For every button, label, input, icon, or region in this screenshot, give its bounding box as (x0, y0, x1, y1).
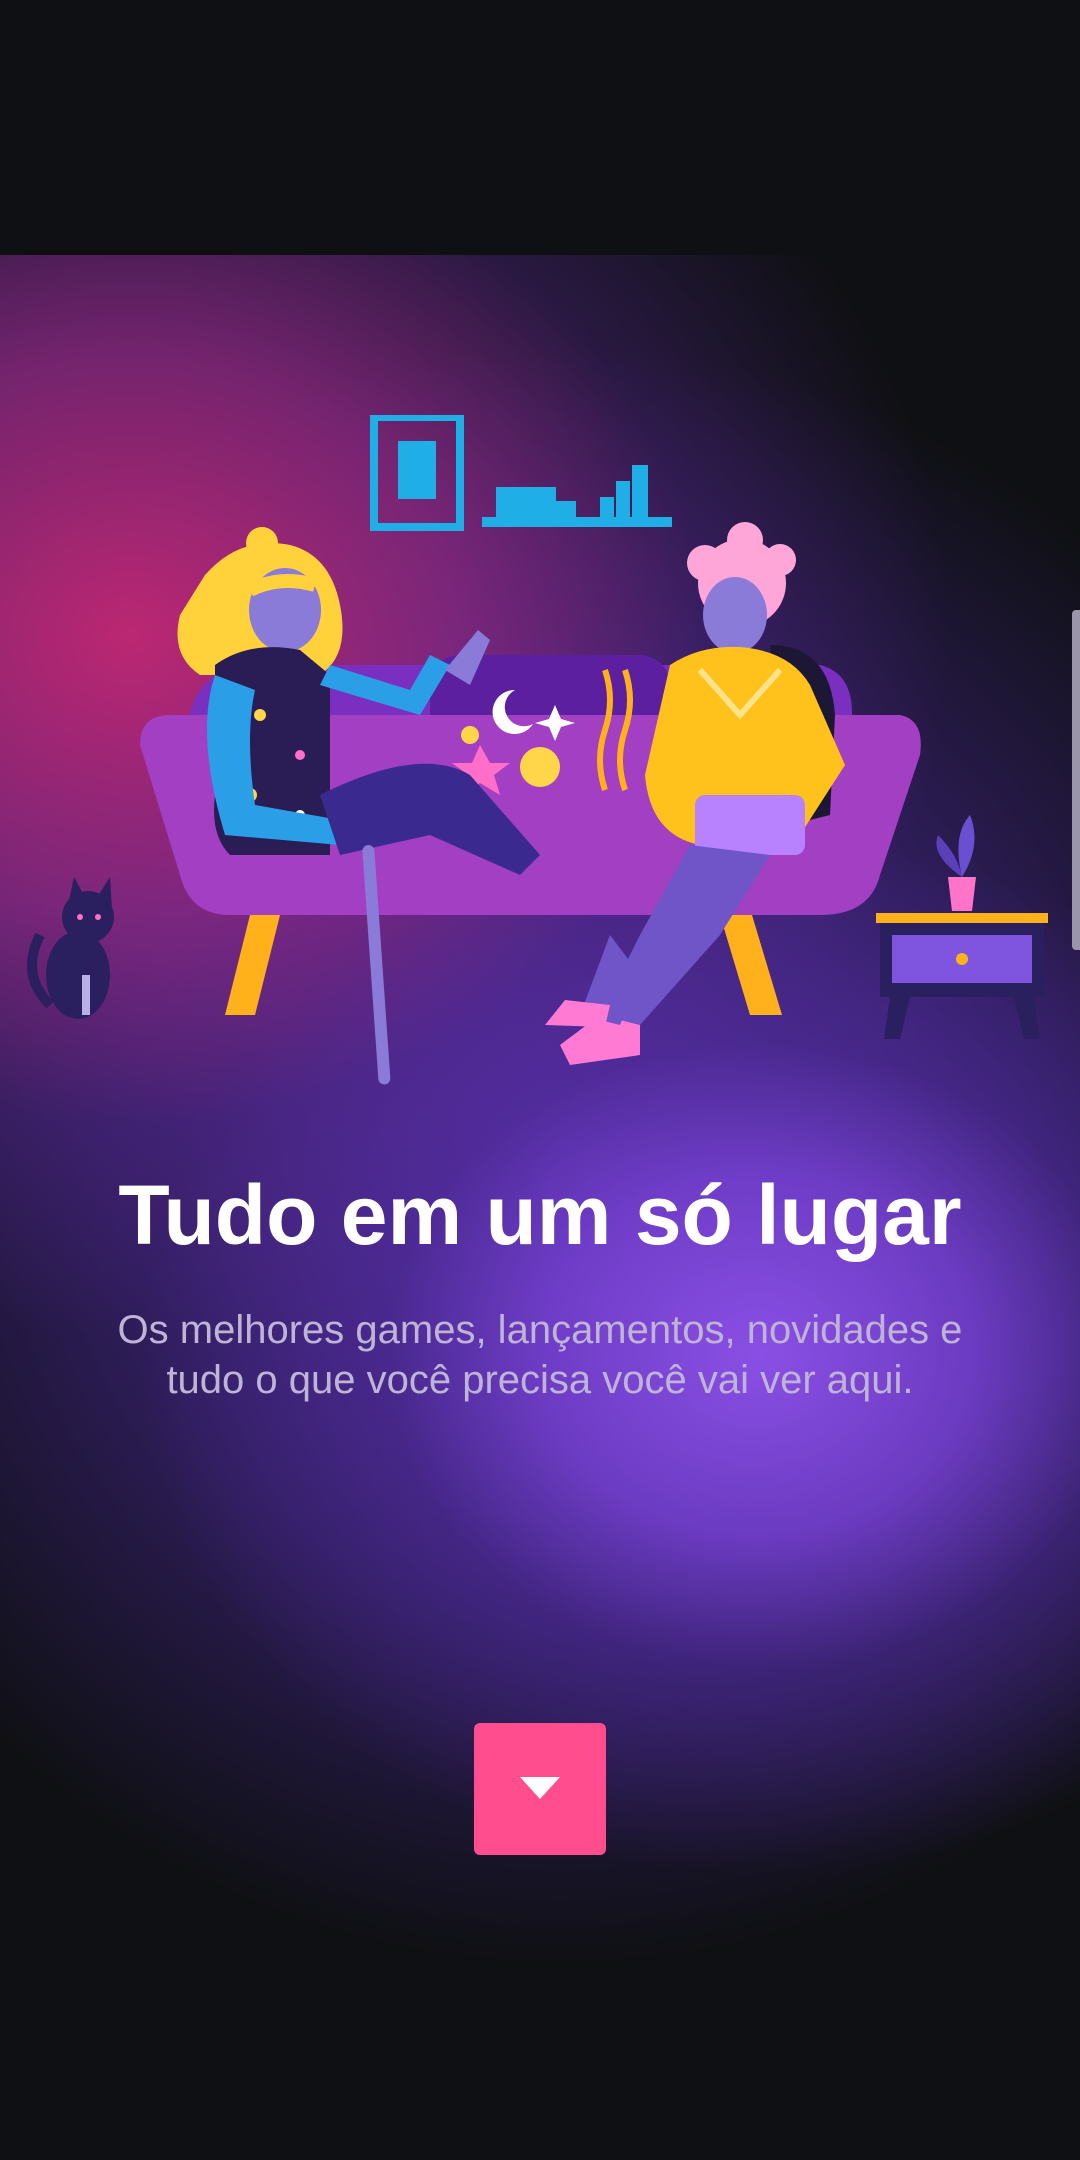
side-table (876, 815, 1048, 1039)
onboarding-subtitle: Os melhores games, lançamentos, novidade… (117, 1308, 963, 1402)
wall-frame (370, 415, 464, 531)
onboarding-title: Tudo em um só lugar (118, 1168, 962, 1262)
status-bar-area (0, 0, 1080, 255)
next-button[interactable] (474, 1723, 606, 1855)
edge-scroll-indicator (1072, 610, 1080, 950)
living-room-illustration (27, 415, 1048, 1085)
onboarding-hero: Tudo em um só lugar Os melhores games, l… (0, 255, 1080, 2160)
wall-shelf (482, 465, 672, 527)
black-cat (27, 877, 114, 1019)
onboarding-screen: Tudo em um só lugar Os melhores games, l… (0, 0, 1080, 2160)
caret-down-icon (520, 1777, 560, 1799)
